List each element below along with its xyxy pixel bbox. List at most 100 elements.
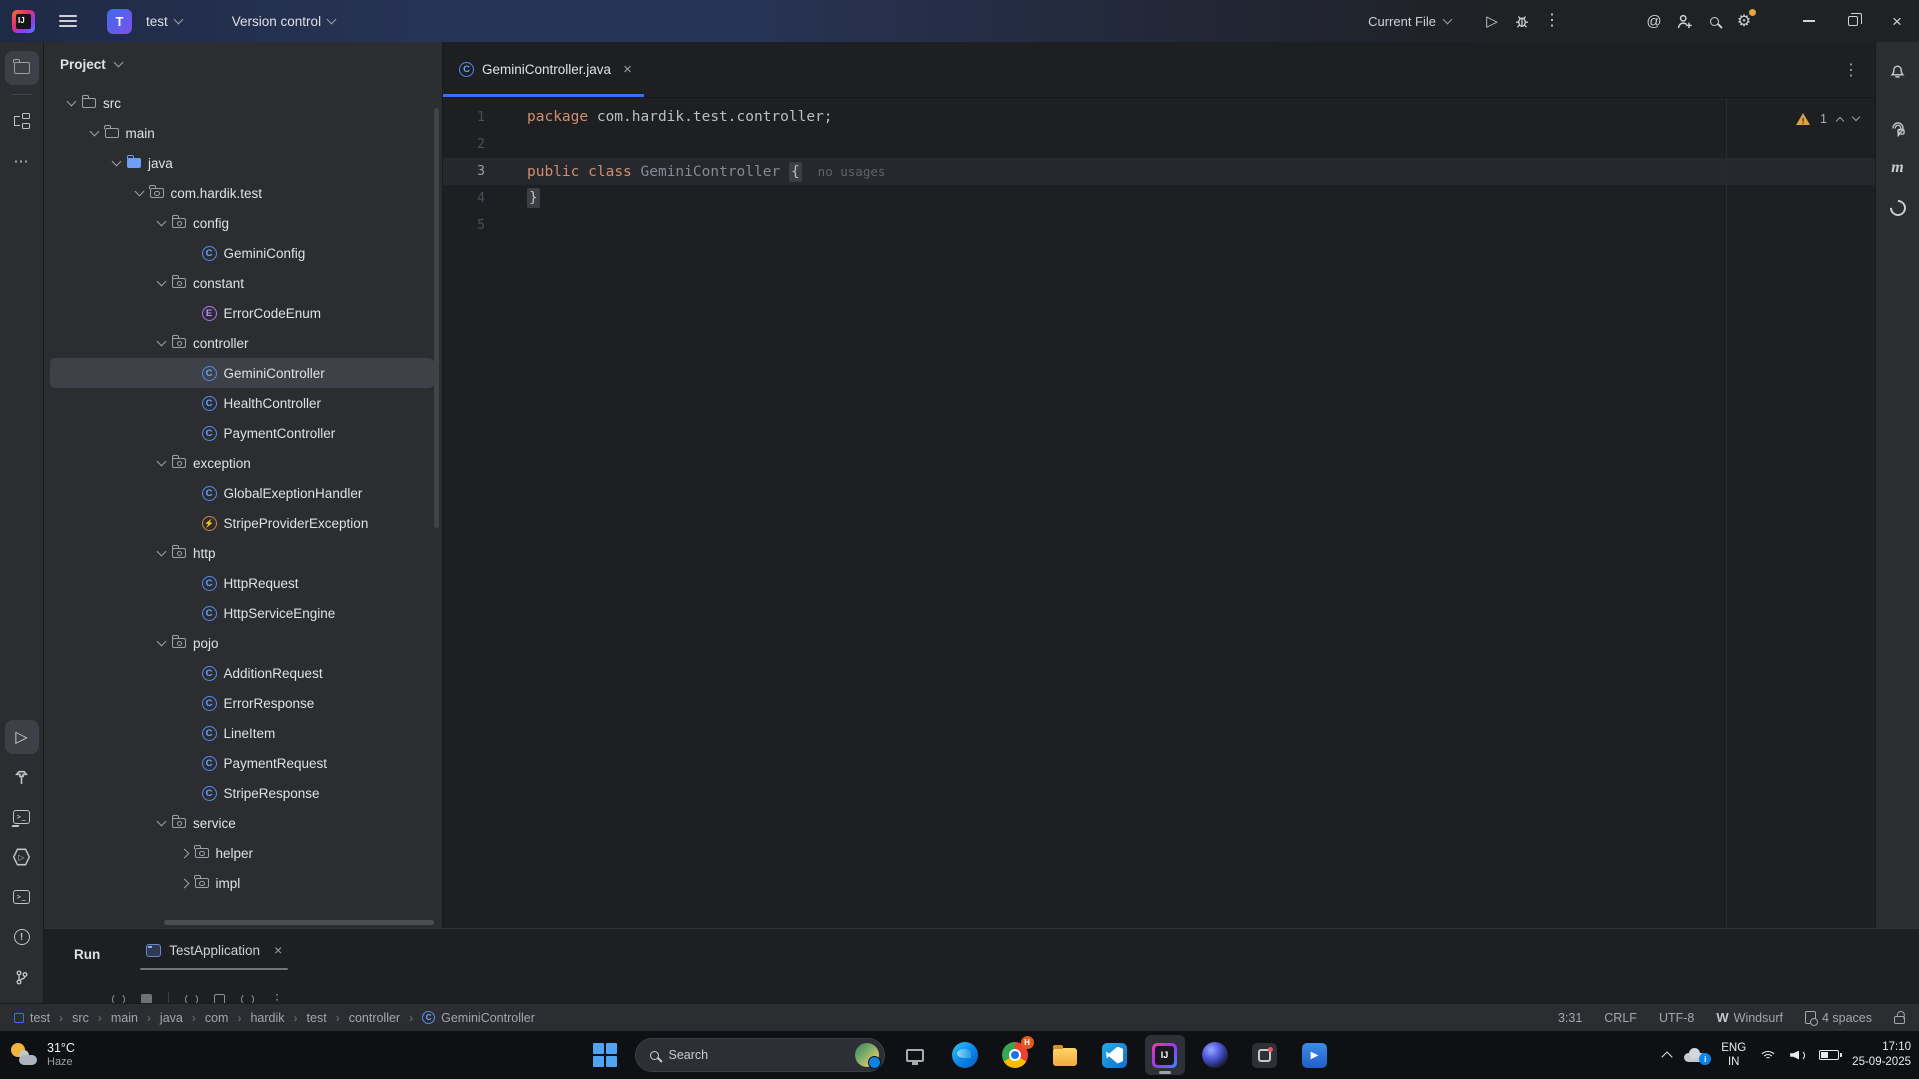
- tree-item[interactable]: CGlobalExeptionHandler: [50, 478, 434, 508]
- tree-item[interactable]: ⚡StripeProviderException: [50, 508, 434, 538]
- tree-item[interactable]: CGeminiController: [50, 358, 434, 388]
- editor-tab[interactable]: C GeminiController.java ×: [443, 42, 644, 97]
- language-selector[interactable]: ENG IN: [1721, 1041, 1746, 1070]
- weather-widget[interactable]: 31°C Haze: [10, 1041, 75, 1069]
- tree-item[interactable]: CStripeResponse: [50, 778, 434, 808]
- chevron-down-icon[interactable]: [157, 636, 167, 646]
- run-tab[interactable]: TestApplication ×: [144, 938, 284, 970]
- file-explorer-app-button[interactable]: [1045, 1035, 1085, 1075]
- indent-widget[interactable]: 4 spaces: [1805, 1011, 1872, 1025]
- start-button[interactable]: [585, 1035, 625, 1075]
- chevron-down-icon[interactable]: [157, 456, 167, 466]
- breadcrumb-item[interactable]: controller: [349, 1011, 400, 1025]
- tree-item[interactable]: EErrorCodeEnum: [50, 298, 434, 328]
- vertical-scrollbar[interactable]: [434, 108, 439, 528]
- inspections-widget[interactable]: 1: [1796, 112, 1859, 126]
- code-with-me-button[interactable]: [1669, 6, 1699, 36]
- clock-widget[interactable]: 17:10 25-09-2025: [1852, 1040, 1911, 1070]
- ai-chat-button[interactable]: [1881, 111, 1915, 145]
- vcs-selector[interactable]: Version control: [232, 14, 335, 29]
- breadcrumb-item[interactable]: java: [160, 1011, 183, 1025]
- terminal-button[interactable]: >_: [5, 880, 39, 914]
- chevron-right-icon[interactable]: [179, 878, 189, 888]
- code-line[interactable]: 5: [443, 212, 1875, 239]
- restore-button[interactable]: [1831, 0, 1875, 42]
- chrome-app-button[interactable]: H: [995, 1035, 1035, 1075]
- tree-item[interactable]: http: [50, 538, 434, 568]
- tree-item[interactable]: CLineItem: [50, 718, 434, 748]
- code-line[interactable]: 1package com.hardik.test.controller;: [443, 104, 1875, 131]
- gradle-button[interactable]: [1881, 191, 1915, 225]
- main-menu-button[interactable]: [59, 15, 77, 27]
- tree-item[interactable]: CErrorResponse: [50, 688, 434, 718]
- pc-app-button[interactable]: [895, 1035, 935, 1075]
- run-button[interactable]: ▷: [1477, 6, 1507, 36]
- screenshot-app-button[interactable]: [1245, 1035, 1285, 1075]
- tree-item[interactable]: constant: [50, 268, 434, 298]
- chevron-down-icon[interactable]: [157, 546, 167, 556]
- unlock-icon[interactable]: [1894, 1016, 1905, 1024]
- run-button[interactable]: ▷: [5, 720, 39, 754]
- tree-item[interactable]: CAdditionRequest: [50, 658, 434, 688]
- chevron-down-icon[interactable]: [67, 96, 77, 106]
- tree-item[interactable]: com.hardik.test: [50, 178, 434, 208]
- wifi-icon[interactable]: [1759, 1048, 1777, 1062]
- chevron-up-icon[interactable]: [1836, 116, 1844, 124]
- breadcrumb-item[interactable]: com: [205, 1011, 229, 1025]
- tree-item[interactable]: CHttpRequest: [50, 568, 434, 598]
- sphere-app-button[interactable]: [1195, 1035, 1235, 1075]
- tree-item[interactable]: CHealthController: [50, 388, 434, 418]
- tree-item[interactable]: CPaymentController: [50, 418, 434, 448]
- minimize-button[interactable]: [1787, 0, 1831, 42]
- code-line[interactable]: 2: [443, 131, 1875, 158]
- dump-icon[interactable]: [214, 994, 225, 1003]
- volume-icon[interactable]: [1790, 1049, 1806, 1062]
- run-config-selector[interactable]: Current File: [1368, 14, 1451, 29]
- structure-button[interactable]: [5, 104, 39, 138]
- chevron-down-icon[interactable]: [157, 816, 167, 826]
- tree-item[interactable]: CPaymentRequest: [50, 748, 434, 778]
- restart-icon[interactable]: [185, 993, 198, 1003]
- breadcrumb-item[interactable]: test: [307, 1011, 327, 1025]
- kebab-icon[interactable]: ⋮: [270, 991, 284, 1003]
- project-panel-header[interactable]: Project: [44, 42, 442, 86]
- code-line[interactable]: 3public class GeminiController {no usage…: [443, 158, 1875, 185]
- maven-button[interactable]: m: [1881, 151, 1915, 185]
- notifications-bell-button[interactable]: [1881, 53, 1915, 87]
- tree-item[interactable]: CHttpServiceEngine: [50, 598, 434, 628]
- intellij-app-button[interactable]: [1145, 1035, 1185, 1075]
- chevron-down-icon[interactable]: [134, 186, 144, 196]
- tree-item[interactable]: controller: [50, 328, 434, 358]
- edge-app-button[interactable]: [945, 1035, 985, 1075]
- stop-icon[interactable]: [141, 994, 152, 1003]
- chevron-right-icon[interactable]: [179, 848, 189, 858]
- close-button[interactable]: ×: [1875, 0, 1919, 42]
- coverage-icon[interactable]: [241, 993, 254, 1003]
- search-everywhere-button[interactable]: [1699, 6, 1729, 36]
- tree-item[interactable]: impl: [50, 868, 434, 898]
- tree-item[interactable]: exception: [50, 448, 434, 478]
- horizontal-scrollbar[interactable]: [164, 920, 434, 925]
- search-box[interactable]: Search: [635, 1038, 885, 1072]
- breadcrumb-item[interactable]: test: [14, 1011, 50, 1025]
- more-actions-button[interactable]: ⋮: [1537, 6, 1567, 36]
- tray-chevron-up-icon[interactable]: [1662, 1051, 1673, 1062]
- more-tools-button[interactable]: ⋯: [5, 144, 39, 178]
- file-encoding[interactable]: UTF-8: [1659, 1011, 1694, 1025]
- chevron-down-icon[interactable]: [157, 216, 167, 226]
- media-app-button[interactable]: ▶: [1295, 1035, 1335, 1075]
- tree-item[interactable]: helper: [50, 838, 434, 868]
- battery-icon[interactable]: [1819, 1050, 1839, 1060]
- tree-item[interactable]: main: [50, 118, 434, 148]
- tab-options-button[interactable]: ⋮: [1843, 42, 1859, 97]
- chevron-down-icon[interactable]: [112, 156, 122, 166]
- services-button[interactable]: ▷: [5, 840, 39, 874]
- close-tab-icon[interactable]: ×: [623, 61, 632, 78]
- vscode-app-button[interactable]: [1095, 1035, 1135, 1075]
- onedrive-icon[interactable]: i: [1684, 1048, 1708, 1062]
- ai-assistant-button[interactable]: @: [1639, 6, 1669, 36]
- git-branch-button[interactable]: [5, 960, 39, 994]
- project-folder-button[interactable]: [5, 51, 39, 85]
- tree-item[interactable]: CGeminiConfig: [50, 238, 434, 268]
- debug-console-button[interactable]: >_: [5, 800, 39, 834]
